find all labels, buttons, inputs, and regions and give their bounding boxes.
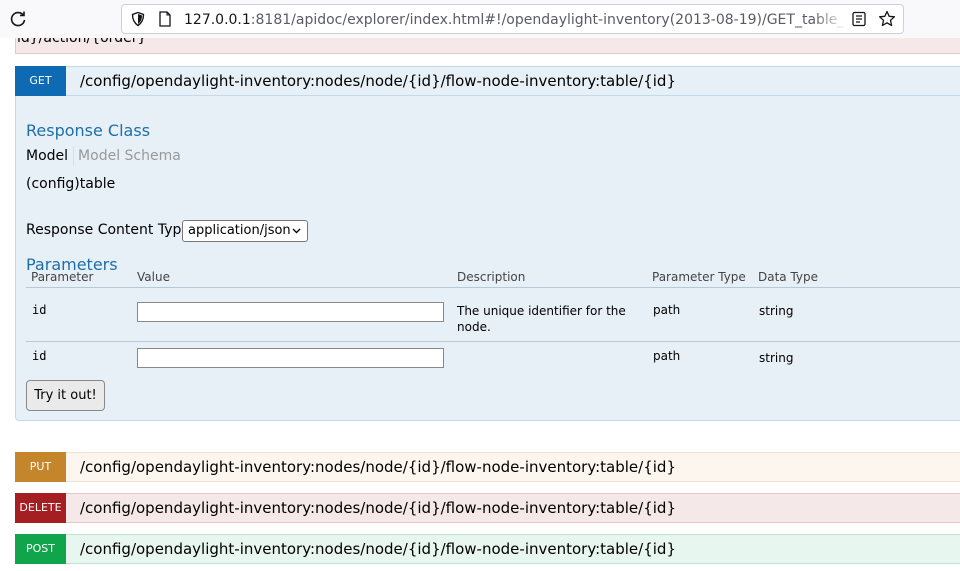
delete-operation-path[interactable]: /config/opendaylight-inventory:nodes/nod… [80,499,676,517]
model-tabs: Model Model Schema [26,146,181,166]
browser-toolbar: 127.0.0.1:8181/apidoc/explorer/index.htm… [0,0,960,38]
row-divider [26,341,960,342]
previous-operation-path[interactable]: id}/action/{order} [17,38,146,46]
column-header-parameter-type: Parameter Type [652,270,746,284]
param-name: id [32,349,47,363]
param-data-type: string [759,304,794,318]
param-type: path [653,303,681,317]
tab-model-schema[interactable]: Model Schema [78,148,181,164]
param-type: path [653,349,681,363]
bookmark-star-icon[interactable] [878,10,896,28]
tab-model[interactable]: Model [26,148,68,164]
url-fade [812,6,848,32]
param-data-type: string [759,351,794,365]
column-header-description: Description [457,270,526,284]
put-operation-path[interactable]: /config/opendaylight-inventory:nodes/nod… [80,458,676,476]
param-description: The unique identifier for the node. [457,304,626,334]
page-icon[interactable] [158,11,172,27]
post-operation-path[interactable]: /config/opendaylight-inventory:nodes/nod… [80,540,676,558]
get-operation: GET /config/opendaylight-inventory:nodes… [15,66,960,421]
reader-view-icon[interactable] [851,11,867,27]
delete-operation: DELETE /config/opendaylight-inventory:no… [15,493,960,523]
try-it-out-button[interactable]: Try it out! [26,380,105,411]
response-content-type-value: application/json [188,223,291,238]
address-bar[interactable]: 127.0.0.1:8181/apidoc/explorer/index.htm… [121,4,904,34]
param-value-input[interactable] [137,302,444,322]
tab-separator [73,146,75,166]
param-value-input[interactable] [137,348,444,368]
post-method-badge[interactable]: POST [15,534,66,564]
column-header-value: Value [137,270,170,284]
reload-icon[interactable] [8,9,28,29]
model-name: (config)table [26,176,116,192]
previous-operation[interactable]: id}/action/{order} [15,38,960,54]
url-path: :8181/apidoc/explorer/index.html#!/opend… [250,12,844,28]
column-header-parameter: Parameter [31,270,94,284]
param-name: id [32,303,47,317]
page-content: id}/action/{order} GET /config/opendayli… [0,38,960,571]
get-operation-header[interactable]: GET /config/opendaylight-inventory:nodes… [15,66,960,96]
delete-operation-header[interactable]: DELETE /config/opendaylight-inventory:no… [15,493,960,523]
delete-method-badge[interactable]: DELETE [15,493,66,523]
response-content-type-label: Response Content Type [26,222,190,238]
get-operation-body: Response Class Model Model Schema (config… [15,96,960,421]
put-method-badge[interactable]: PUT [15,452,66,482]
chevron-down-icon [292,228,301,234]
header-divider [26,287,960,288]
put-operation: PUT /config/opendaylight-inventory:nodes… [15,452,960,482]
get-method-badge[interactable]: GET [15,66,66,96]
post-operation: POST /config/opendaylight-inventory:node… [15,534,960,564]
url-text[interactable]: 127.0.0.1:8181/apidoc/explorer/index.htm… [184,11,844,29]
column-header-data-type: Data Type [758,270,819,284]
shield-icon[interactable] [130,11,146,27]
post-operation-header[interactable]: POST /config/opendaylight-inventory:node… [15,534,960,564]
response-content-type-select[interactable]: application/json [182,220,308,242]
url-host: 127.0.0.1 [184,12,251,28]
response-class-heading: Response Class [26,121,151,140]
get-operation-path[interactable]: /config/opendaylight-inventory:nodes/nod… [80,72,676,90]
put-operation-header[interactable]: PUT /config/opendaylight-inventory:nodes… [15,452,960,482]
